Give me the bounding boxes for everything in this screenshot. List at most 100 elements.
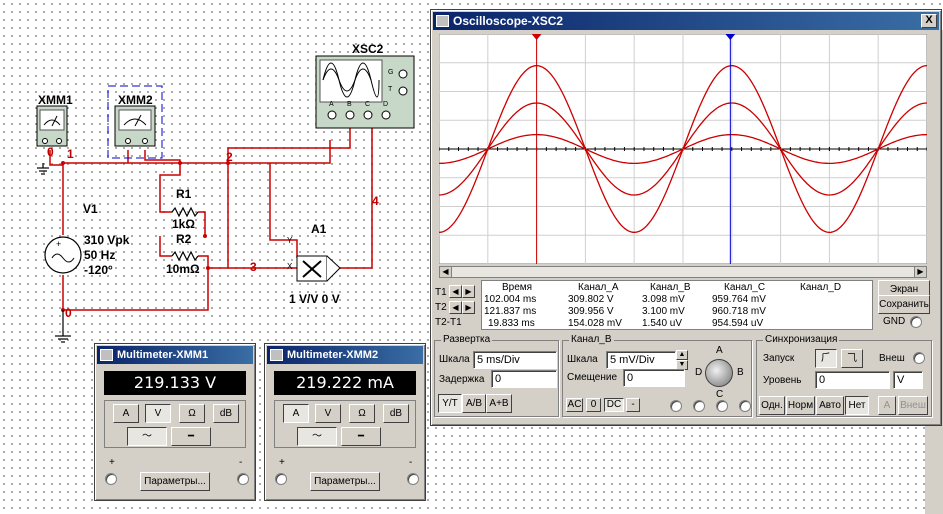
a1-pin-x: X — [287, 262, 293, 271]
xmm2-titlebar[interactable]: Multimeter-XMM2 — [267, 346, 423, 364]
xmm1-mode-v-button[interactable]: V — [145, 404, 171, 423]
timebase-scale-label: Шкала — [439, 354, 470, 365]
channel-selector-knob[interactable] — [705, 359, 733, 387]
v1-phase: -120° — [84, 263, 113, 277]
xmm1-plus-terminal[interactable] — [105, 473, 117, 485]
timebase-delay-label: Задержка — [439, 374, 485, 385]
trigger-level-label: Уровень — [763, 375, 802, 386]
xmm2-ac-wave-icon[interactable]: 〜 — [297, 427, 337, 446]
v1-frequency: 50 Hz — [84, 248, 116, 262]
coupling-dc-button[interactable]: DC — [604, 398, 624, 412]
xmm2-mode-ohm-button[interactable]: Ω — [349, 404, 375, 423]
trigger-single-button[interactable]: Одн. — [759, 396, 785, 415]
xmm2-mode-v-button[interactable]: V — [315, 404, 341, 423]
trigger-level-unit[interactable]: V — [893, 371, 923, 389]
channel-c-terminal[interactable] — [716, 400, 728, 412]
selector-c-label: C — [716, 389, 724, 400]
timebase-scale-input[interactable]: 5 ms/Div — [473, 351, 557, 369]
channel-b-offset-label: Смещение — [567, 372, 618, 383]
trigger-ext-terminal[interactable] — [913, 352, 925, 364]
table-row-t1-a: 309.802 V — [568, 294, 614, 305]
v1-amplitude: 310 Vpk — [84, 233, 130, 247]
xmm1-plus-label: + — [109, 457, 115, 468]
channel-a-terminal[interactable] — [670, 400, 682, 412]
xmm2-label: XMM2 — [118, 93, 153, 107]
table-row-t2-b: 3.100 mV — [642, 306, 685, 317]
node-4: 4 — [372, 194, 379, 208]
t1-label: T1 — [435, 287, 447, 298]
xmm2-mode-db-button[interactable]: dB — [383, 404, 409, 423]
trigger-source-ext-button[interactable]: Внеш — [898, 396, 928, 415]
a1-value: 1 V/V 0 V — [289, 292, 340, 306]
xmm1-ac-wave-icon[interactable]: 〜 — [127, 427, 167, 446]
coupling-zero-button[interactable]: 0 — [586, 398, 601, 412]
table-row-t2-a: 309.956 V — [568, 306, 614, 317]
col-ch-a: Канал_A — [578, 282, 619, 293]
close-button[interactable]: X — [921, 14, 937, 28]
trigger-source-a-button[interactable]: A — [878, 396, 896, 415]
xmm1-titlebar[interactable]: Multimeter-XMM1 — [97, 346, 253, 364]
table-row-t2-time: 121.837 ms — [484, 306, 537, 317]
channel-b-scale-input[interactable]: 5 mV/Div — [606, 351, 676, 369]
node-3: 3 — [250, 260, 257, 274]
xmm1-params-button[interactable]: Параметры... — [140, 472, 210, 491]
oscilloscope-window: Oscilloscope-XSC2 X ◀ ▶ T1 T2 T2-T1 ◀ ▶ … — [430, 9, 942, 426]
channel-b-terminal[interactable] — [693, 400, 705, 412]
scroll-left-icon[interactable]: ◀ — [440, 267, 452, 277]
trigger-none-button[interactable]: Нет — [845, 396, 869, 415]
xmm2-reading: 219.222 mA — [274, 371, 416, 395]
multimeter-xmm2-window: Multimeter-XMM2 219.222 mA A V Ω dB 〜 ━ … — [264, 343, 426, 501]
timebase-delay-input[interactable]: 0 — [491, 370, 557, 388]
selector-d-label: D — [695, 367, 703, 378]
xmm2-app-icon — [270, 349, 283, 361]
trigger-auto-button[interactable]: Авто — [816, 396, 844, 415]
scope-hscrollbar[interactable]: ◀ ▶ — [439, 266, 927, 278]
trigger-rising-edge-icon[interactable]: ⺁ — [815, 349, 837, 368]
trigger-launch-label: Запуск — [763, 353, 795, 364]
gnd-terminal[interactable] — [910, 316, 922, 328]
oscilloscope-titlebar[interactable]: Oscilloscope-XSC2 X — [433, 12, 939, 30]
save-button[interactable]: Сохранить — [878, 295, 930, 314]
xmm2-title: Multimeter-XMM2 — [287, 349, 379, 361]
xmm1-mode-a-button[interactable]: A — [113, 404, 139, 423]
coupling-invert-button[interactable]: - — [626, 398, 640, 412]
t1-left-arrow-icon[interactable]: ◀ — [449, 285, 462, 298]
trigger-group: Синхронизация Запуск ⺁ ⺄ Внеш Уровень 0 … — [756, 334, 932, 417]
xmm2-plus-label: + — [279, 457, 285, 468]
xmm2-minus-terminal[interactable] — [407, 473, 419, 485]
xmm1-minus-label: - — [239, 457, 243, 468]
t1-right-arrow-icon[interactable]: ▶ — [462, 285, 475, 298]
xmm2-params-button[interactable]: Параметры... — [310, 472, 380, 491]
mode-yt-button[interactable]: Y/T — [438, 394, 462, 413]
xmm2-dc-line-icon[interactable]: ━ — [341, 427, 381, 446]
xsc2-label: XSC2 — [352, 42, 384, 56]
xmm1-mode-panel: A V Ω dB 〜 ━ — [104, 400, 246, 448]
t2t1-label: T2-T1 — [435, 317, 462, 328]
spin-up-icon[interactable]: ▲ — [676, 350, 688, 360]
trigger-normal-button[interactable]: Норм — [786, 396, 815, 415]
xmm2-plus-terminal[interactable] — [275, 473, 287, 485]
trigger-falling-edge-icon[interactable]: ⺄ — [841, 349, 863, 368]
channel-b-scale-label: Шкала — [567, 354, 598, 365]
t2-right-arrow-icon[interactable]: ▶ — [462, 301, 475, 314]
mode-ab-button[interactable]: A/B — [462, 394, 486, 413]
xmm1-mode-ohm-button[interactable]: Ω — [179, 404, 205, 423]
channel-d-terminal[interactable] — [739, 400, 751, 412]
r2-value: 10mΩ — [166, 262, 200, 276]
xmm1-dc-line-icon[interactable]: ━ — [171, 427, 211, 446]
channel-b-offset-input[interactable]: 0 — [623, 369, 685, 387]
table-row-t2-c: 960.718 mV — [712, 306, 766, 317]
coupling-ac-button[interactable]: AC — [566, 398, 583, 412]
timebase-title: Развертка — [441, 334, 493, 345]
scroll-right-icon[interactable]: ▶ — [914, 267, 926, 277]
t2-left-arrow-icon[interactable]: ◀ — [449, 301, 462, 314]
col-ch-c: Канал_C — [724, 282, 766, 293]
col-ch-d: Канал_D — [800, 282, 842, 293]
xmm1-minus-terminal[interactable] — [237, 473, 249, 485]
a1-pin-y: Y — [287, 236, 293, 245]
trigger-level-input[interactable]: 0 — [815, 371, 890, 389]
xmm2-mode-a-button[interactable]: A — [283, 404, 309, 423]
mode-aplusb-button[interactable]: A+B — [486, 394, 512, 413]
v1-label: V1 — [83, 202, 98, 216]
xmm1-mode-db-button[interactable]: dB — [213, 404, 239, 423]
